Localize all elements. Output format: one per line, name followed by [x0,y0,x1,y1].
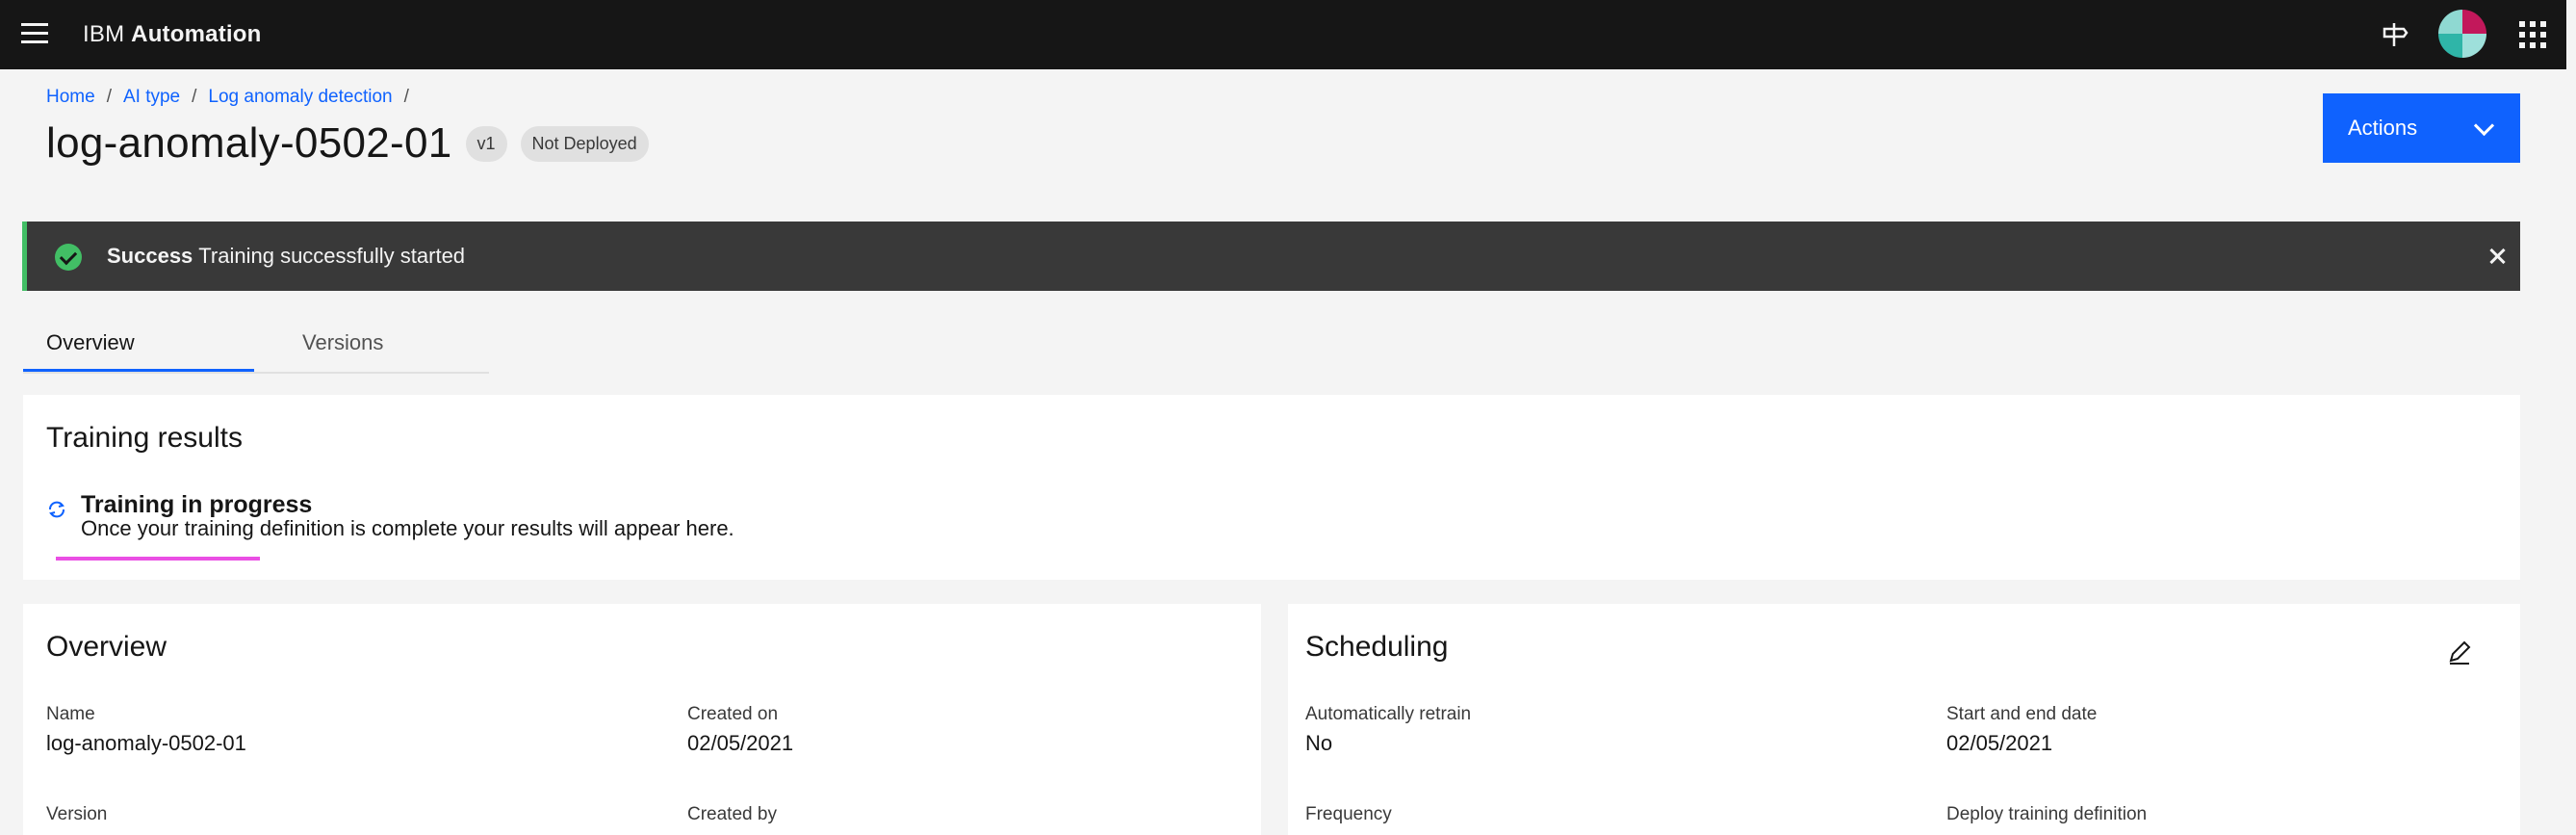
field-value-name: log-anomaly-0502-01 [46,731,246,755]
field-label-frequency: Frequency [1305,804,1392,824]
success-notification: Success Training successfully started [22,222,2520,291]
scheduling-card: Scheduling Automatically retrain No Star… [1288,604,2520,835]
breadcrumb: Home / AI type / Log anomaly detection / [46,87,421,108]
renew-icon [49,501,64,518]
tab-list: Overview Versions [23,318,489,374]
brand-prefix: IBM [83,21,125,47]
training-results-card: Training results Training in progress On… [23,395,2520,580]
checkmark-icon [55,244,82,271]
edit-icon[interactable] [2445,638,2474,666]
field-label-created-by: Created by [687,804,777,824]
actions-label: Actions [2348,116,2418,140]
chevron-down-icon [2473,115,2495,137]
field-value-created-on: 02/05/2021 [687,731,794,755]
title-row: log-anomaly-0502-01 v1 Not Deployed [46,119,649,168]
training-results-title: Training results [46,422,243,454]
close-icon[interactable] [2482,241,2512,272]
field-label-created-on: Created on [687,704,779,724]
field-value-start-end-date: 02/05/2021 [1946,731,2053,755]
overview-title: Overview [46,631,167,663]
field-value-auto-retrain: No [1305,731,1333,755]
brand-name[interactable]: IBM Automation [83,21,261,48]
app-switcher-icon[interactable] [2519,21,2546,48]
breadcrumb-log-anomaly[interactable]: Log anomaly detection [208,87,392,107]
notification-message: Success Training successfully started [107,244,465,269]
actions-button[interactable]: Actions [2323,93,2520,163]
page-title: log-anomaly-0502-01 [46,119,452,167]
training-status-description: Once your training definition is complet… [81,516,734,540]
breadcrumb-ai-type[interactable]: AI type [123,87,180,107]
breadcrumb-separator: / [403,87,409,107]
tab-versions[interactable]: Versions [279,318,489,372]
pin-icon[interactable] [2377,17,2411,52]
field-label-start-end-date: Start and end date [1946,704,2098,724]
breadcrumb-separator: / [106,87,112,107]
tab-overview[interactable]: Overview [23,318,254,372]
progress-indicator [56,557,260,561]
status-badge: Not Deployed [520,125,649,162]
scheduling-title: Scheduling [1305,631,1449,663]
field-label-deploy-definition: Deploy training definition [1946,804,2148,824]
field-label-version: Version [46,804,108,824]
notification-text: Training successfully started [198,244,466,268]
avatar[interactable] [2438,10,2486,58]
top-header: IBM Automation [0,0,2566,69]
brand-product: Automation [131,21,262,47]
overview-card: Overview Name log-anomaly-0502-01 Create… [23,604,1261,835]
notification-title: Success [107,244,193,268]
field-label-name: Name [46,704,95,724]
breadcrumb-home[interactable]: Home [46,87,95,107]
menu-icon[interactable] [21,23,48,46]
field-label-auto-retrain: Automatically retrain [1305,704,1472,724]
training-status-title: Training in progress [81,491,313,518]
version-tag: v1 [465,125,507,162]
breadcrumb-separator: / [192,87,197,107]
